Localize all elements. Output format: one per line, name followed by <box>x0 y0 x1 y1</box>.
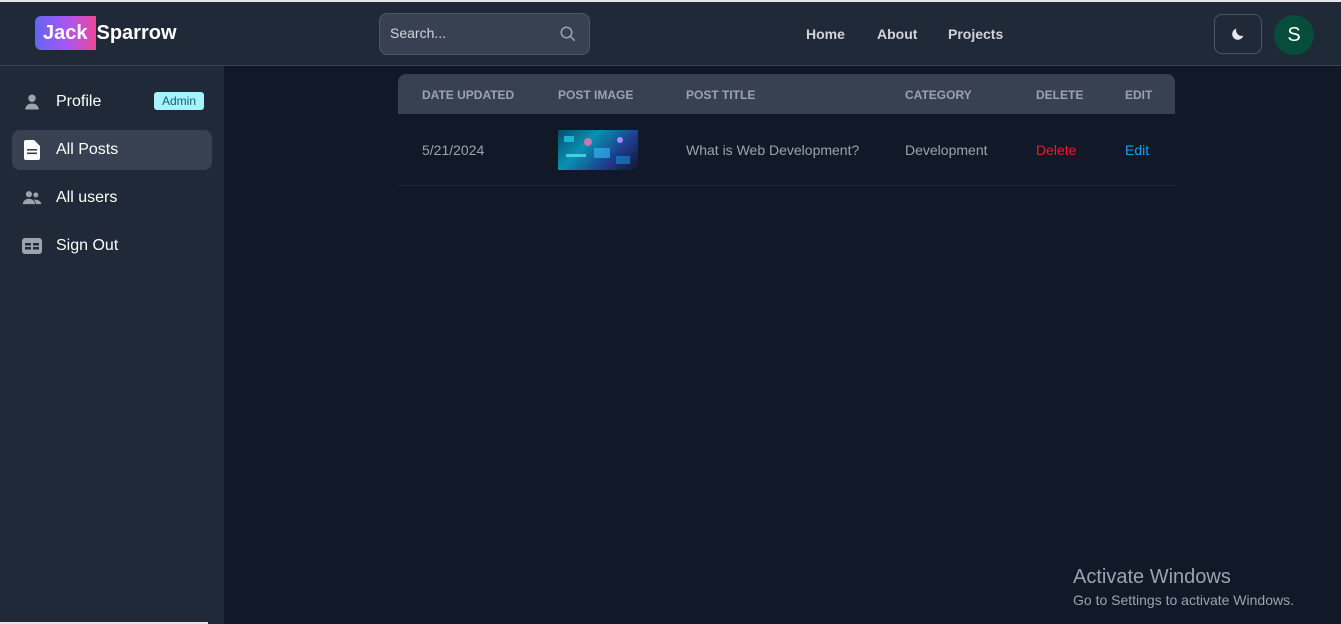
column-header-image: Post image <box>558 88 634 102</box>
edit-link[interactable]: Edit <box>1125 142 1149 158</box>
search-icon[interactable] <box>559 25 577 43</box>
column-header-date: Date updated <box>422 88 515 102</box>
sidebar-item-sign-out[interactable]: Sign Out <box>12 226 212 266</box>
theme-toggle-button[interactable] <box>1214 14 1262 54</box>
column-header-delete: Delete <box>1036 88 1084 102</box>
sign-out-icon <box>22 236 42 256</box>
post-thumbnail[interactable] <box>558 130 638 170</box>
column-header-edit: Edit <box>1125 88 1153 102</box>
logo-text: Sparrow <box>96 21 177 44</box>
column-header-category: Category <box>905 88 972 102</box>
logo-highlight: Jack <box>35 16 96 50</box>
search-input[interactable] <box>390 25 550 41</box>
column-header-title: Post title <box>686 88 756 102</box>
sidebar-item-label: All users <box>56 189 118 206</box>
users-icon <box>22 188 42 208</box>
sidebar-item-label: All Posts <box>56 141 119 158</box>
moon-icon <box>1232 28 1244 40</box>
logo[interactable]: Jack Sparrow <box>35 16 177 50</box>
user-icon <box>22 92 42 112</box>
document-icon <box>22 140 42 160</box>
table-header: Date updated Post image Post title Categ… <box>398 74 1175 114</box>
sidebar-item-profile[interactable]: Profile Admin <box>12 82 212 122</box>
post-date: 5/21/2024 <box>422 142 485 158</box>
posts-table: Date updated Post image Post title Categ… <box>398 74 1175 186</box>
sidebar-item-all-users[interactable]: All users <box>12 178 212 218</box>
delete-link[interactable]: Delete <box>1036 142 1076 158</box>
activate-windows-subtitle: Go to Settings to activate Windows. <box>1073 592 1294 608</box>
sidebar-item-label: Profile <box>56 93 102 110</box>
nav-about[interactable]: About <box>877 26 917 42</box>
activate-windows-title: Activate Windows <box>1073 566 1231 588</box>
role-badge: Admin <box>153 92 204 110</box>
user-avatar[interactable]: S <box>1274 15 1314 55</box>
search-box <box>379 13 590 55</box>
table-row: 5/21/2024 What is Web Development? Devel… <box>398 114 1175 186</box>
nav-home[interactable]: Home <box>806 26 845 42</box>
sidebar-item-label: Sign Out <box>56 237 119 254</box>
thumbnail-image <box>564 136 630 164</box>
post-title[interactable]: What is Web Development? <box>686 142 859 158</box>
post-category: Development <box>905 142 988 158</box>
nav-projects[interactable]: Projects <box>948 26 1003 42</box>
sidebar: Profile Admin All Posts All users Sign O… <box>0 66 224 624</box>
top-navbar: Jack Sparrow Home About Projects S <box>0 0 1341 66</box>
sidebar-item-all-posts[interactable]: All Posts <box>12 130 212 170</box>
